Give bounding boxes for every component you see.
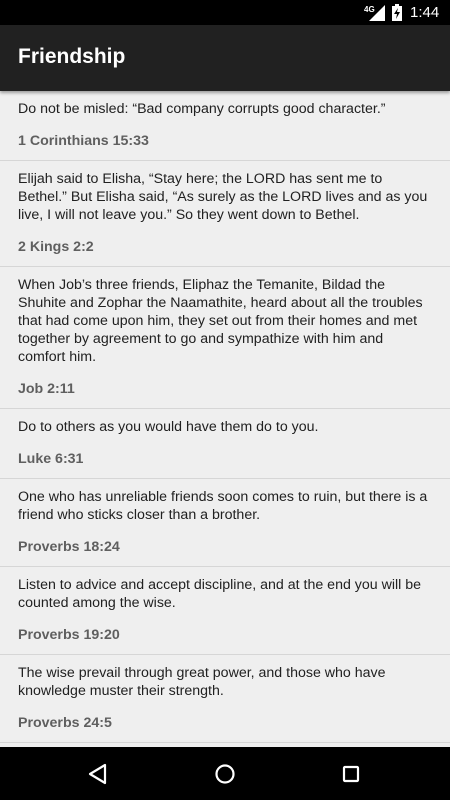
verse-item[interactable]: When Job’s three friends, Eliphaz the Te… <box>0 267 450 409</box>
verse-reference: Job 2:11 <box>18 381 75 397</box>
verse-reference: 1 Corinthians 15:33 <box>18 133 149 149</box>
verse-text: The wise prevail through great power, an… <box>18 665 386 699</box>
recents-icon[interactable] <box>336 759 366 789</box>
verse-text: Do not be misled: “Bad company corrupts … <box>18 101 386 117</box>
verse-item[interactable]: Elijah said to Elisha, “Stay here; the L… <box>0 161 450 267</box>
verse-item[interactable]: Do not be misled: “Bad company corrupts … <box>0 91 450 161</box>
verse-item[interactable]: Listen to advice and accept discipline, … <box>0 567 450 655</box>
verse-text: When Job’s three friends, Eliphaz the Te… <box>18 277 423 365</box>
battery-charging-icon <box>392 4 402 21</box>
verse-item[interactable]: One who has unreliable friends soon come… <box>0 479 450 567</box>
verse-item[interactable]: The wise prevail through great power, an… <box>0 655 450 743</box>
verse-reference: Proverbs 18:24 <box>18 539 120 555</box>
verse-reference: Proverbs 24:5 <box>18 715 112 731</box>
app-bar: Friendship <box>0 25 450 91</box>
navigation-bar <box>0 747 450 800</box>
page-title: Friendship <box>18 45 126 68</box>
status-bar: 4G 1:44 <box>0 0 450 25</box>
cell-signal-icon <box>369 5 385 21</box>
home-icon[interactable] <box>210 759 240 789</box>
verse-item[interactable]: Do to others as you would have them do t… <box>0 409 450 479</box>
status-clock: 1:44 <box>410 4 440 21</box>
verse-reference: Proverbs 19:20 <box>18 627 120 643</box>
verse-reference: 2 Kings 2:2 <box>18 239 94 255</box>
verse-text: One who has unreliable friends soon come… <box>18 489 428 523</box>
verse-list[interactable]: Do not be misled: “Bad company corrupts … <box>0 91 450 747</box>
verse-text: Elijah said to Elisha, “Stay here; the L… <box>18 171 428 223</box>
verse-text: Do to others as you would have them do t… <box>18 419 319 435</box>
verse-reference: Luke 6:31 <box>18 451 84 467</box>
verse-text: Listen to advice and accept discipline, … <box>18 577 422 611</box>
back-icon[interactable] <box>83 759 113 789</box>
